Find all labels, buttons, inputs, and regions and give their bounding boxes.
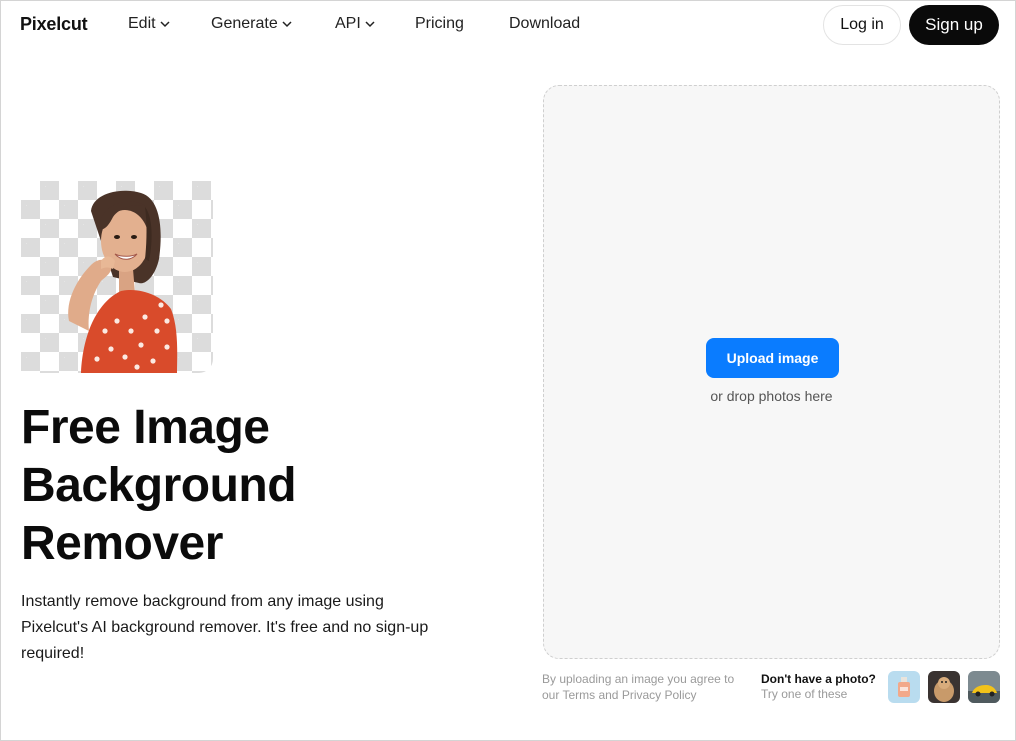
nav-pricing[interactable]: Pricing (415, 15, 464, 33)
top-navigation: Pixelcut Edit Generate API Pricing Downl… (1, 1, 1015, 49)
woman-portrait-cutout (68, 190, 178, 373)
dog-thumbnail (928, 671, 960, 703)
nav-api[interactable]: API (335, 15, 375, 33)
sample-image-car[interactable] (968, 671, 1000, 703)
nav-generate-label: Generate (211, 15, 278, 32)
hero-example-image (21, 181, 213, 373)
perfume-bottle-thumbnail (888, 671, 920, 703)
no-photo-subtitle: Try one of these (761, 687, 848, 701)
upload-drop-zone[interactable]: Upload image or drop photos here (543, 85, 1000, 659)
page-title: Free Image Background Remover (21, 401, 297, 570)
login-button[interactable]: Log in (823, 5, 901, 45)
no-photo-title: Don't have a photo? (761, 672, 876, 686)
sample-photos-prompt: Don't have a photo? Try one of these (761, 671, 886, 701)
car-thumbnail (968, 671, 1000, 703)
upload-image-button[interactable]: Upload image (706, 338, 839, 378)
chevron-down-icon (282, 21, 292, 28)
hero-description: Instantly remove background from any ima… (21, 593, 429, 662)
nav-download[interactable]: Download (509, 15, 580, 33)
sample-image-dog[interactable] (928, 671, 960, 703)
nav-pricing-label: Pricing (415, 15, 464, 32)
terms-notice: By uploading an image you agree to our T… (542, 672, 735, 702)
nav-download-label: Download (509, 15, 581, 32)
chevron-down-icon (365, 21, 375, 28)
drop-hint-text: or drop photos here (710, 388, 833, 404)
signup-button[interactable]: Sign up (909, 5, 999, 45)
nav-generate[interactable]: Generate (211, 15, 292, 33)
nav-edit[interactable]: Edit (128, 15, 170, 33)
chevron-down-icon (160, 21, 170, 28)
sample-image-perfume[interactable] (888, 671, 920, 703)
nav-api-label: API (335, 15, 361, 32)
pixelcut-logo[interactable]: Pixelcut (20, 14, 88, 35)
nav-edit-label: Edit (128, 15, 156, 32)
